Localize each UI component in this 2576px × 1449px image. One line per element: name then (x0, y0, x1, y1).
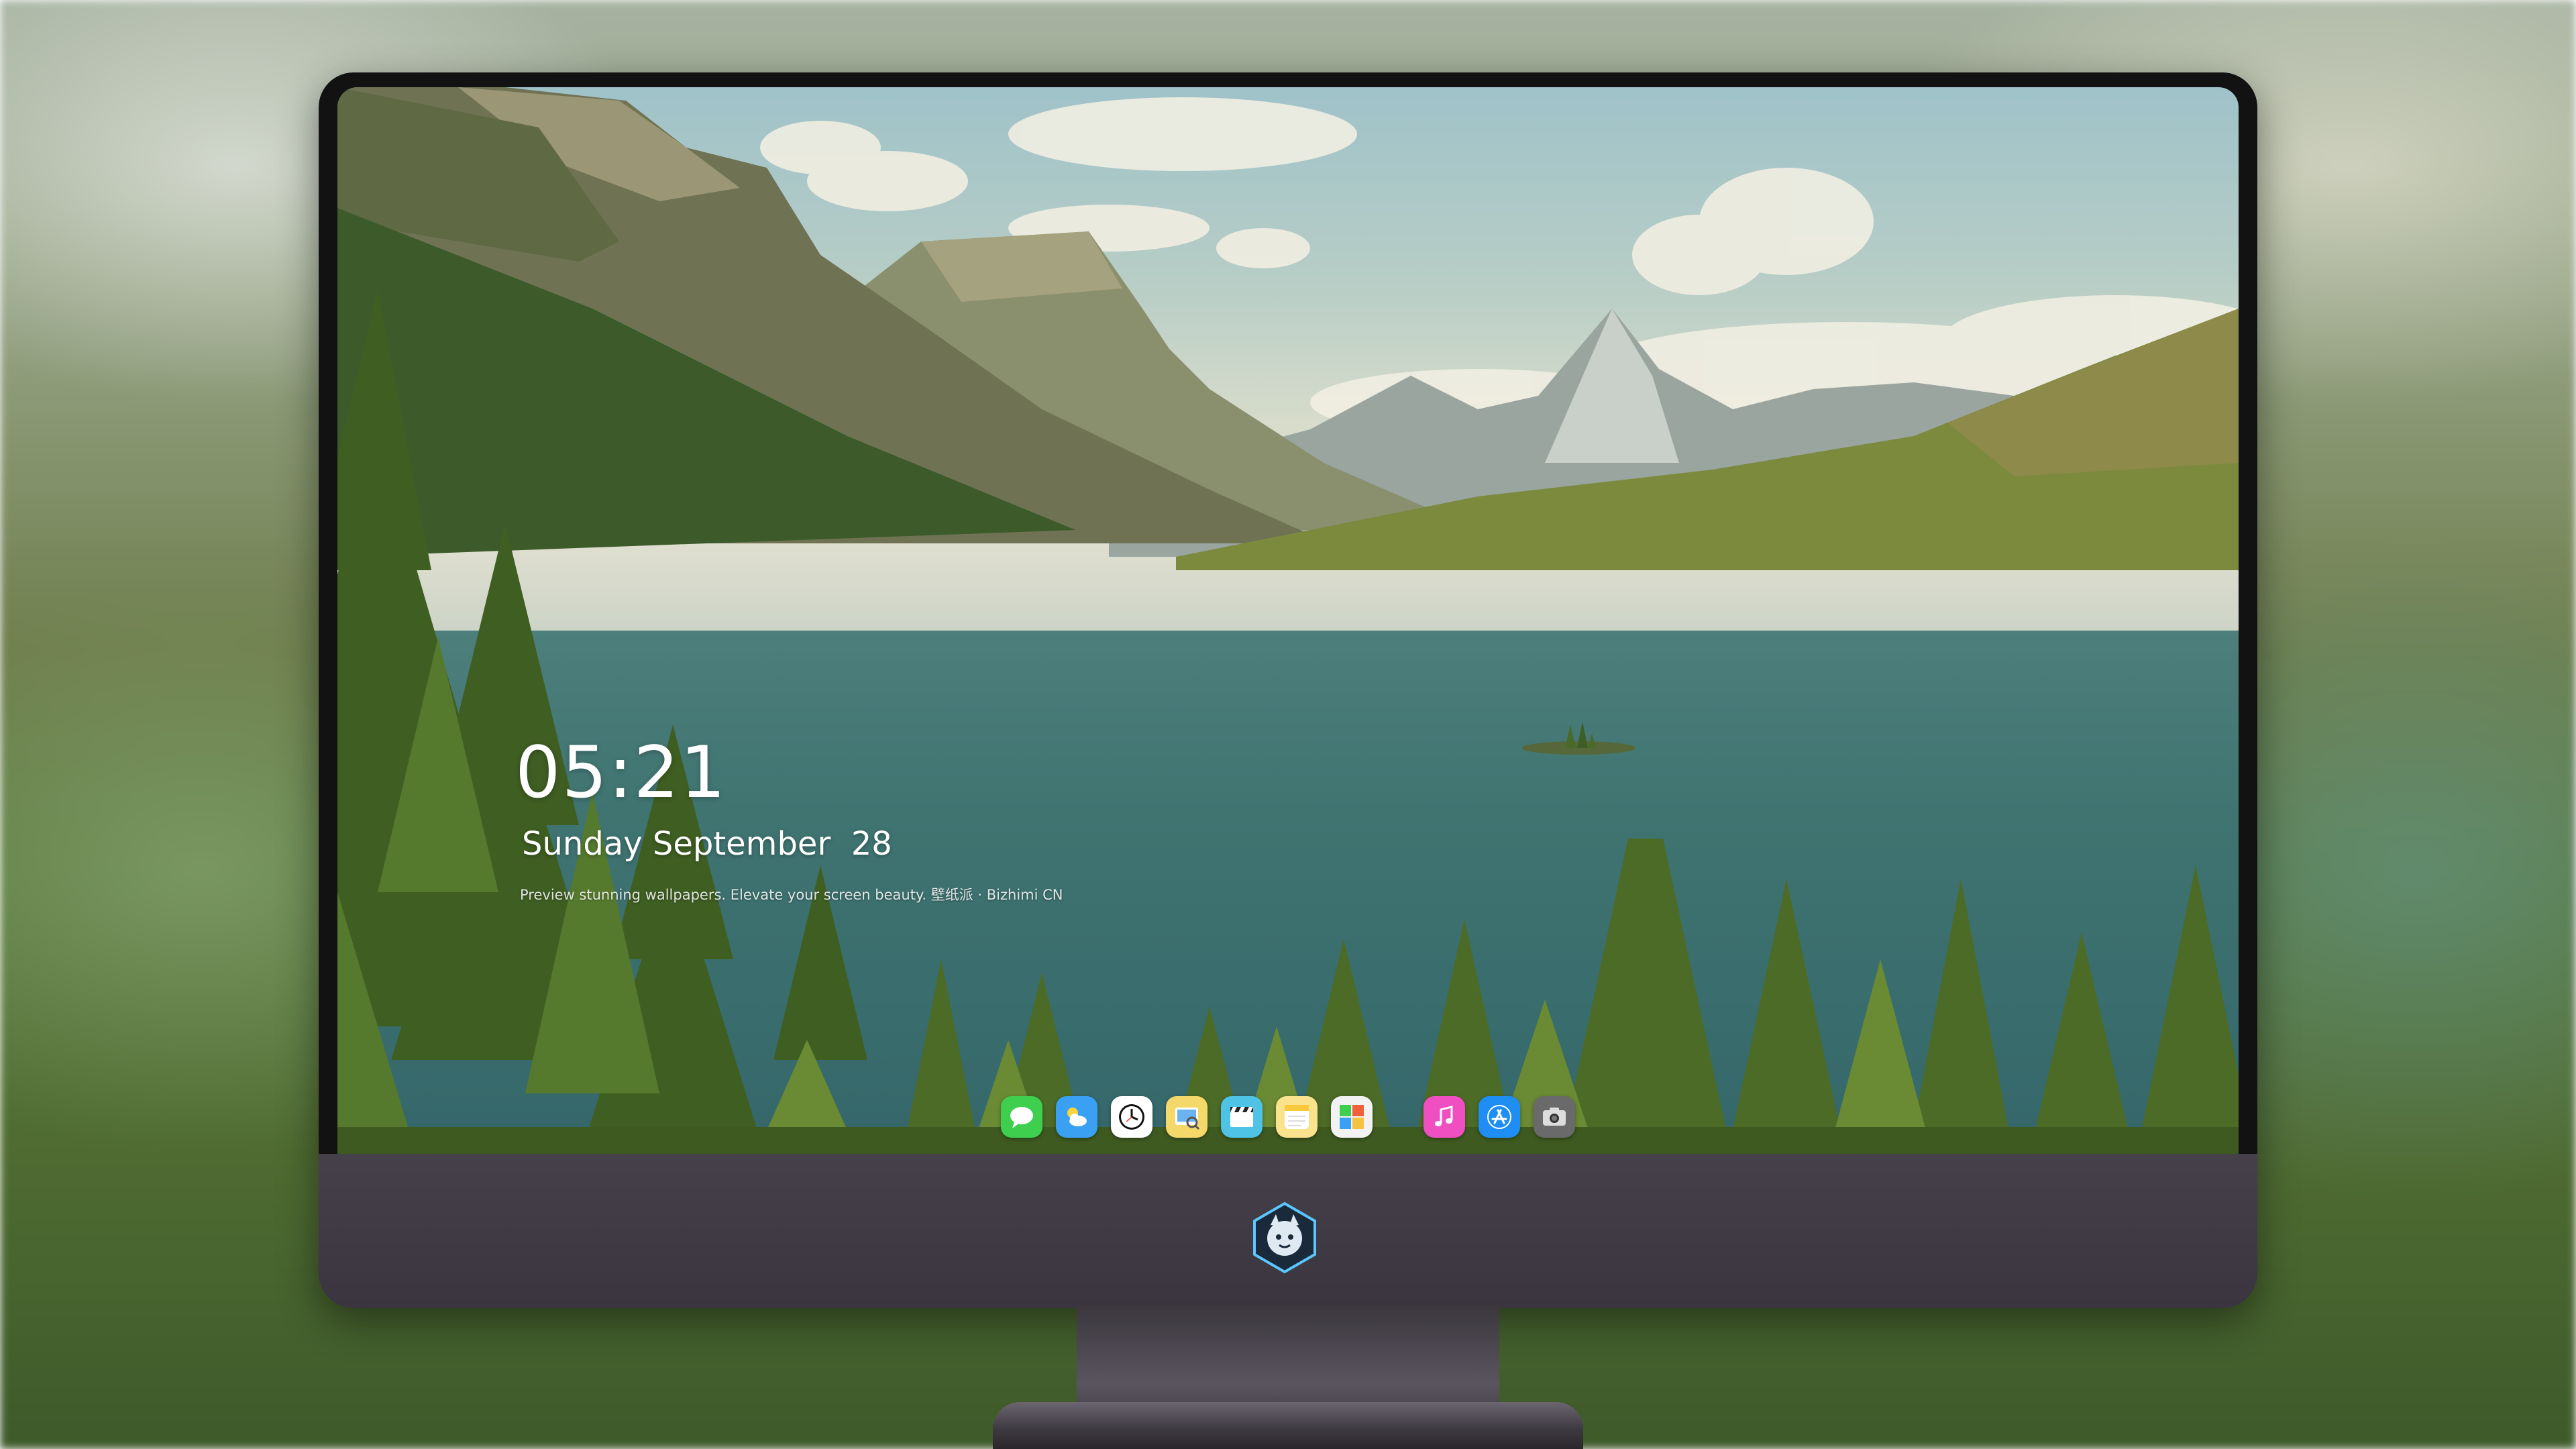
cloud-sun-icon (1067, 1108, 1087, 1126)
lock-screen-time: 05:21 (515, 731, 727, 814)
brand-logo-icon (1248, 1201, 1322, 1275)
messages-app[interactable] (1001, 1096, 1042, 1138)
music-note-icon (1435, 1106, 1453, 1126)
camera-app[interactable] (1534, 1096, 1575, 1138)
app-store-app[interactable] (1479, 1096, 1520, 1138)
camera-icon (1543, 1108, 1566, 1126)
music-app[interactable] (1424, 1096, 1465, 1138)
dock (991, 1091, 1585, 1143)
photo-collage-app[interactable] (1331, 1096, 1373, 1138)
preview-app[interactable] (1166, 1096, 1208, 1138)
lock-screen-date: Sunday September 28 (522, 825, 892, 863)
notes-icon (1285, 1105, 1309, 1129)
clips-app[interactable] (1221, 1096, 1263, 1138)
weather-app[interactable] (1056, 1096, 1097, 1138)
clock-icon (1119, 1104, 1144, 1130)
clapperboard-icon (1230, 1107, 1253, 1127)
monitor-stand-base (993, 1402, 1583, 1449)
app-store-icon (1487, 1105, 1511, 1129)
clock-app[interactable] (1111, 1096, 1152, 1138)
collage-icon (1340, 1105, 1364, 1129)
desktop-screen: 05:21 Sunday September 28 Preview stunni… (337, 87, 2239, 1154)
notes-app[interactable] (1276, 1096, 1318, 1138)
preview-icon (1175, 1108, 1200, 1130)
lock-screen-tagline: Preview stunning wallpapers. Elevate you… (520, 887, 1063, 903)
chat-bubble-icon (1010, 1107, 1033, 1128)
wallpaper-island (1521, 721, 1635, 755)
